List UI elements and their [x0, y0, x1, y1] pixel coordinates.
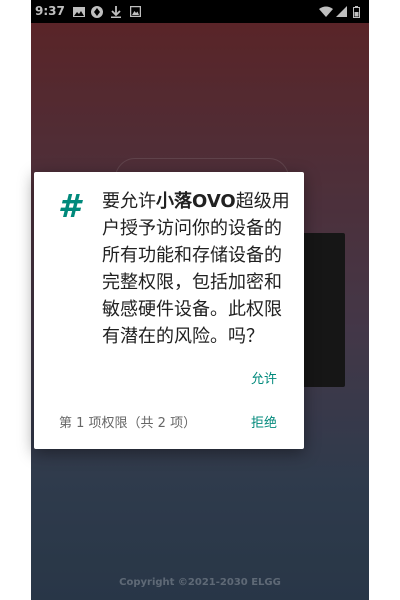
copyright-text: Copyright ©2021-2030 ELGG [119, 577, 281, 588]
permission-counter: 第 1 项权限（共 2 项） [59, 416, 197, 431]
message-prefix: 要允许 [102, 191, 156, 212]
hash-icon: # [58, 187, 81, 225]
dialog-message: 要允许小落OVO超级用户授予访问你的设备的所有功能和存储设备的完整权限，包括加密… [102, 188, 294, 350]
allow-button[interactable]: 允许 [244, 369, 284, 391]
message-suffix: 超级用户授予访问你的设备的所有功能和存储设备的完整权限，包括加密和敏感硬件设备。… [102, 191, 290, 347]
app-name: 小落OVO [156, 191, 236, 212]
permission-dialog: # 要允许小落OVO超级用户授予访问你的设备的所有功能和存储设备的完整权限，包括… [34, 172, 304, 449]
deny-button[interactable]: 拒绝 [244, 413, 284, 435]
